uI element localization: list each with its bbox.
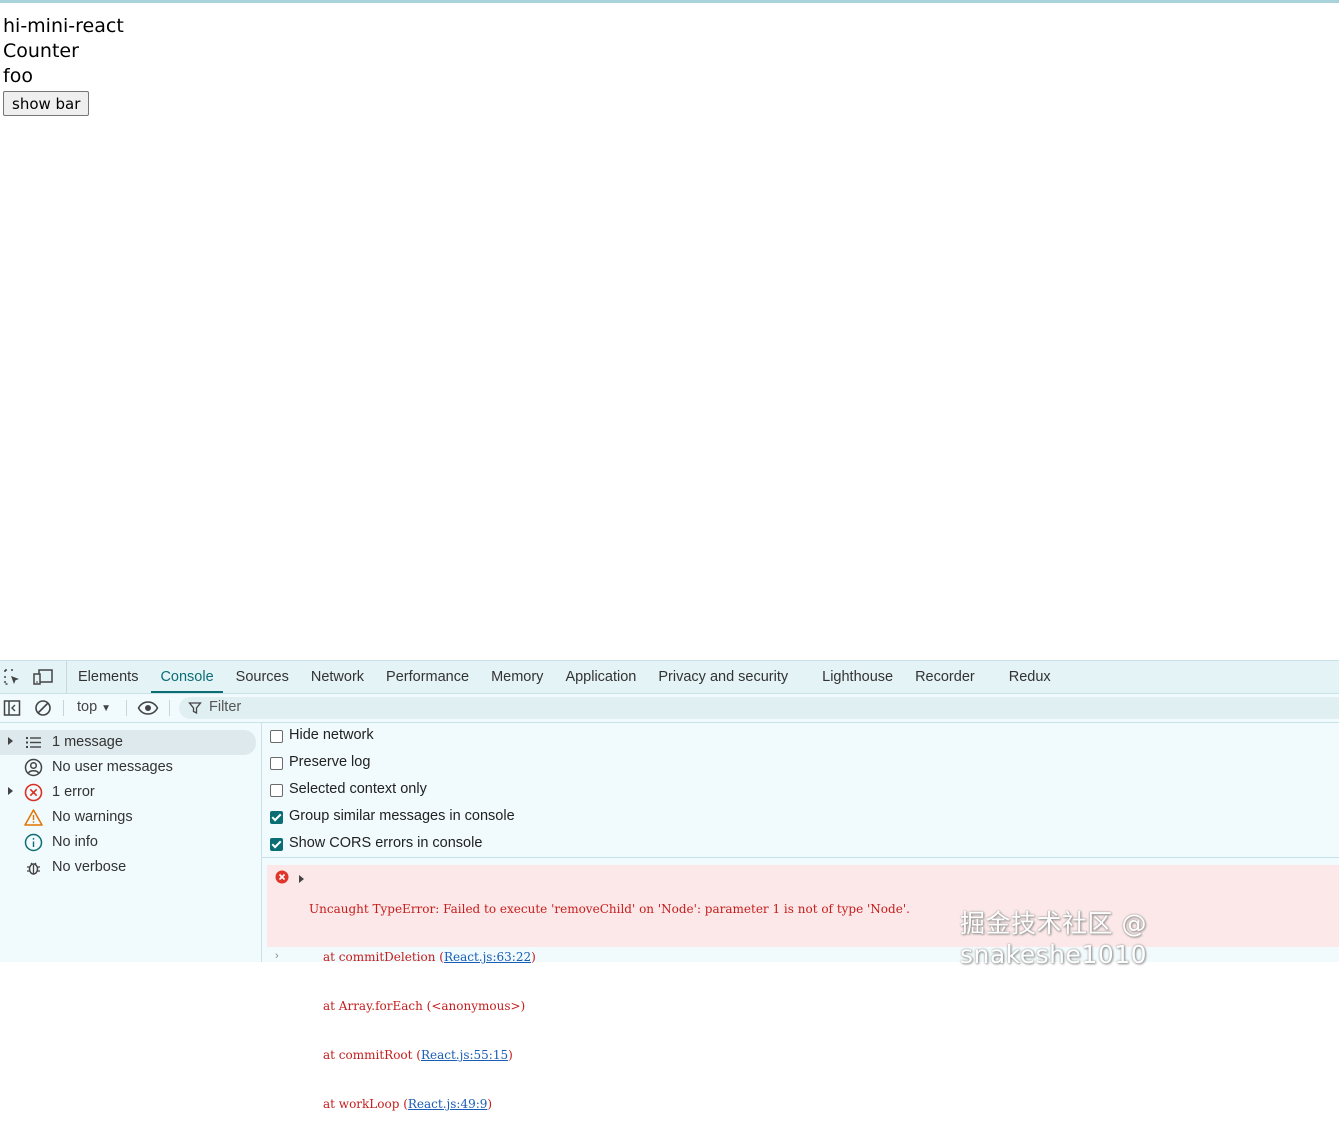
info-icon xyxy=(24,833,43,852)
list-icon xyxy=(26,737,41,748)
sidebar-item-messages[interactable]: 1 message xyxy=(0,730,256,755)
filter-icon xyxy=(188,702,202,715)
expand-arrow-icon[interactable] xyxy=(8,737,13,745)
tab-elements[interactable]: Elements xyxy=(67,661,149,693)
error-icon xyxy=(24,783,43,802)
show-bar-button[interactable]: show bar xyxy=(3,91,90,116)
window-top-border xyxy=(0,0,1339,3)
filter-placeholder: Filter xyxy=(209,699,242,715)
live-expression-eye-icon[interactable] xyxy=(137,699,159,717)
context-selector[interactable]: top ▼ xyxy=(77,699,111,715)
sidebar-item-label: No info xyxy=(52,834,98,850)
console-settings: Hide network Preserve log Selected conte… xyxy=(262,723,1339,858)
user-icon xyxy=(24,758,43,777)
source-link[interactable]: React.js:63:22 xyxy=(444,950,531,964)
tab-memory[interactable]: Memory xyxy=(480,661,554,693)
cors-errors-checkbox[interactable] xyxy=(270,838,283,851)
sidebar-item-label: 1 error xyxy=(52,784,95,800)
source-link[interactable]: React.js:49:9 xyxy=(408,1097,488,1111)
warning-icon xyxy=(24,809,43,826)
console-sidebar: 1 message No user messages 1 error No wa xyxy=(0,723,262,962)
sidebar-item-label: No verbose xyxy=(52,859,127,875)
stack-frame: at commitDeletion (React.js:63:22) xyxy=(323,950,536,965)
devtools-tabs: Elements Console Sources Network Perform… xyxy=(66,661,1062,693)
source-link[interactable]: React.js:55:15 xyxy=(421,1048,508,1062)
sidebar-item-warnings[interactable]: No warnings xyxy=(0,805,256,830)
console-toolbar: top ▼ Filter xyxy=(0,694,1339,723)
tab-privacy-security[interactable]: Privacy and security xyxy=(647,661,799,693)
device-toolbar-icon[interactable] xyxy=(33,668,53,686)
setting-label: Group similar messages in console xyxy=(289,808,515,824)
counter-text: Counter xyxy=(3,40,79,62)
sidebar-item-user-messages[interactable]: No user messages xyxy=(0,755,256,780)
selected-context-checkbox[interactable] xyxy=(270,784,283,797)
clear-console-icon[interactable] xyxy=(34,699,52,717)
foo-text: foo xyxy=(3,65,33,87)
sidebar-item-label: No user messages xyxy=(52,759,173,775)
tab-lighthouse[interactable]: Lighthouse xyxy=(811,661,904,693)
toolbar-divider xyxy=(169,700,170,716)
tab-console[interactable]: Console xyxy=(149,661,224,693)
setting-label: Preserve log xyxy=(289,754,371,770)
devtools-tabbar: Elements Console Sources Network Perform… xyxy=(0,661,1339,694)
watermark-text: 掘金技术社区 @ snakeshe1010 xyxy=(960,909,1148,969)
setting-label: Show CORS errors in console xyxy=(289,835,483,851)
error-text: Uncaught TypeError: Failed to execute 'r… xyxy=(309,901,910,916)
console-prompt[interactable]: › xyxy=(275,950,279,962)
sidebar-toggle-icon[interactable] xyxy=(3,699,21,717)
stack-frame: at Array.forEach (<anonymous>) xyxy=(323,999,526,1014)
sidebar-item-label: No warnings xyxy=(52,809,133,825)
page-content: hi-mini-react Counter foo show bar xyxy=(3,14,124,116)
context-label: top xyxy=(77,699,98,715)
expand-error-icon[interactable] xyxy=(299,875,304,883)
tab-application[interactable]: Application xyxy=(554,661,647,693)
setting-label: Hide network xyxy=(289,727,374,743)
expand-arrow-icon[interactable] xyxy=(8,787,13,795)
stack-frame: at workLoop (React.js:49:9) xyxy=(323,1097,493,1112)
tab-recorder[interactable]: Recorder xyxy=(904,661,986,693)
error-circle-icon xyxy=(275,870,289,884)
sidebar-item-verbose[interactable]: No verbose xyxy=(0,855,256,880)
sidebar-item-info[interactable]: No info xyxy=(0,830,256,855)
sidebar-item-errors[interactable]: 1 error xyxy=(0,780,256,805)
chevron-down-icon: ▼ xyxy=(101,703,112,714)
tab-network[interactable]: Network xyxy=(300,661,375,693)
hide-network-checkbox[interactable] xyxy=(270,730,283,743)
preserve-log-checkbox[interactable] xyxy=(270,757,283,770)
toolbar-divider xyxy=(63,700,64,716)
bug-icon xyxy=(27,862,40,875)
sidebar-item-label: 1 message xyxy=(52,734,123,750)
tab-redux[interactable]: Redux xyxy=(998,661,1062,693)
setting-label: Selected context only xyxy=(289,781,427,797)
tab-performance[interactable]: Performance xyxy=(375,661,480,693)
inspect-element-icon[interactable] xyxy=(3,668,21,686)
group-similar-checkbox[interactable] xyxy=(270,811,283,824)
filter-input[interactable]: Filter xyxy=(179,697,1339,719)
app-title-text: hi-mini-react xyxy=(3,15,124,37)
tab-sources[interactable]: Sources xyxy=(225,661,300,693)
stack-frame: at commitRoot (React.js:55:15) xyxy=(323,1048,513,1063)
toolbar-divider xyxy=(126,700,127,716)
